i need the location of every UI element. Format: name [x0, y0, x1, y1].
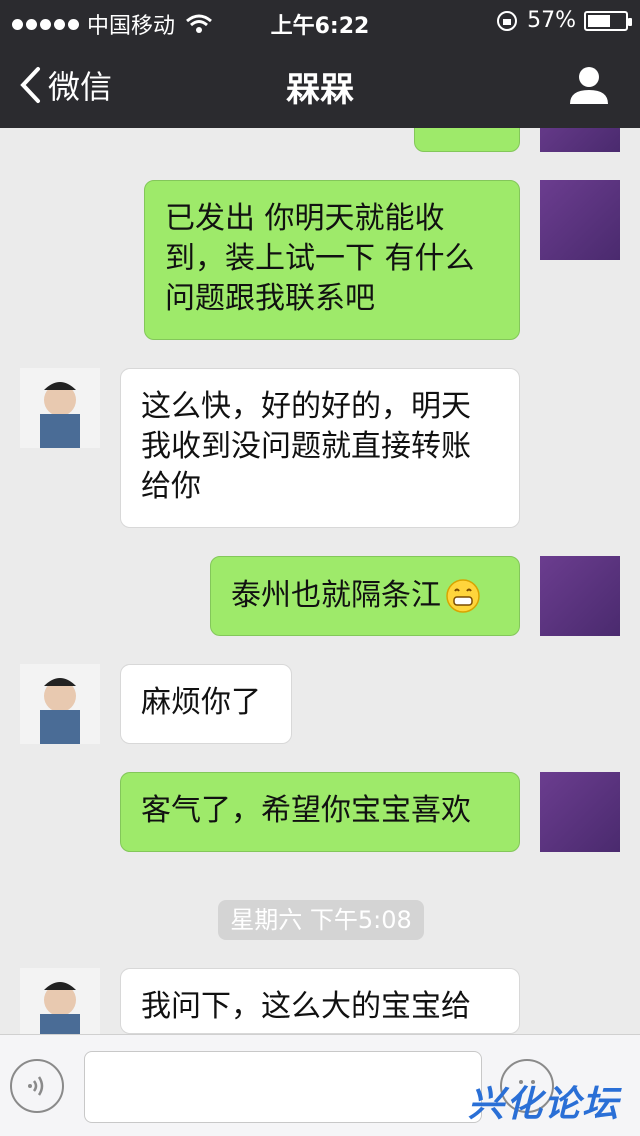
grin-emoji-icon — [446, 579, 480, 613]
message-input[interactable] — [84, 1051, 482, 1123]
message-bubble[interactable]: 已发出 你明天就能收到，装上试一下 有什么问题跟我联系吧 — [144, 180, 520, 340]
my-avatar[interactable] — [540, 556, 620, 636]
my-avatar[interactable] — [540, 180, 620, 260]
lock-rotation-icon — [497, 10, 518, 31]
my-avatar[interactable] — [540, 772, 620, 852]
top-bar: 中国移动 上午6:22 57% 微信 槑槑 — [0, 0, 640, 128]
nav-bar: 微信 槑槑 — [0, 40, 640, 128]
contact-avatar[interactable] — [20, 664, 100, 744]
status-right: 57% — [495, 8, 632, 33]
battery-icon — [584, 10, 632, 31]
status-bar: 中国移动 上午6:22 57% — [0, 0, 640, 40]
message-bubble[interactable]: 我问下，这么大的宝宝给 — [120, 968, 520, 1034]
chat-title: 槑槑 — [286, 70, 354, 110]
message-bubble[interactable]: 麻烦你了 — [120, 664, 292, 744]
battery-label: 57% — [527, 8, 576, 33]
message-bubble[interactable]: 泰州也就隔条江 — [210, 556, 520, 636]
contact-avatar[interactable] — [20, 368, 100, 448]
message-bubble[interactable]: 这么快，好的好的，明天我收到没问题就直接转账给你 — [120, 368, 520, 528]
timestamp: 星期六 下午5:08 — [218, 900, 424, 940]
message-bubble[interactable]: 客气了，希望你宝宝喜欢 — [120, 772, 520, 852]
contact-avatar[interactable] — [20, 968, 100, 1034]
voice-icon — [28, 1076, 44, 1096]
message-text: 泰州也就隔条江 — [231, 578, 441, 613]
watermark-logo: 兴化论坛 — [468, 1084, 621, 1125]
input-bar: 兴化论坛 — [0, 1034, 640, 1136]
person-icon[interactable] — [568, 64, 610, 106]
voice-button[interactable] — [10, 1059, 64, 1113]
